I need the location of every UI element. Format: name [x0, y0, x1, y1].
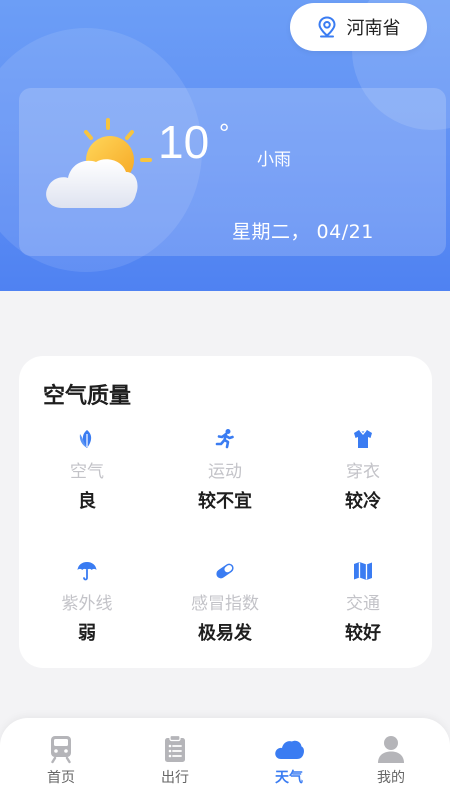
aq-label: 运动 — [208, 462, 242, 482]
clipboard-list-icon — [165, 734, 185, 762]
train-icon — [51, 736, 71, 764]
aq-item-cold-index: 感冒指数 极易发 — [165, 560, 285, 646]
aq-label: 感冒指数 — [191, 594, 259, 614]
user-icon — [378, 736, 404, 763]
aq-item-air: 空气 良 — [27, 428, 147, 514]
nav-item-home[interactable]: 首页 — [21, 734, 101, 787]
aq-item-traffic: 交通 较好 — [303, 560, 423, 646]
nav-item-profile[interactable]: 我的 — [351, 734, 431, 787]
nav-label: 首页 — [47, 770, 75, 786]
nav-item-weather[interactable]: 天气 — [249, 734, 329, 787]
temperature-value: 10 — [158, 116, 210, 168]
leaf-icon — [79, 430, 92, 448]
air-quality-title: 空气质量 — [43, 384, 132, 409]
aq-label: 紫外线 — [61, 594, 113, 614]
nav-label: 出行 — [161, 770, 189, 786]
nav-label: 我的 — [377, 770, 405, 786]
aq-value: 良 — [78, 491, 96, 512]
weather-date: 星期二， 04/21 — [232, 221, 374, 243]
aq-value: 较冷 — [345, 491, 381, 512]
umbrella-icon — [77, 562, 97, 581]
running-icon — [215, 429, 234, 449]
bottom-navigation: 首页 出行 天气 我的 — [0, 718, 450, 800]
nav-label: 天气 — [275, 770, 303, 786]
nav-item-travel[interactable]: 出行 — [135, 734, 215, 787]
shirt-icon — [354, 430, 372, 448]
aq-value: 弱 — [78, 623, 96, 644]
location-name: 河南省 — [346, 18, 401, 39]
aq-label: 空气 — [70, 462, 104, 482]
aq-item-uv: 紫外线 弱 — [27, 560, 147, 646]
air-quality-card: 空气质量 空气 良 运动 较不宜 穿衣 较冷 紫外线 弱 感冒指数 极易发 交通… — [19, 356, 432, 668]
sun-behind-cloud-icon — [46, 118, 152, 208]
location-selector-button[interactable]: 河南省 — [290, 3, 427, 51]
map-icon — [354, 562, 372, 580]
aq-label: 交通 — [346, 594, 380, 614]
degree-symbol: ° — [219, 118, 230, 148]
aq-value: 较好 — [345, 623, 381, 644]
aq-value: 较不宜 — [198, 491, 252, 512]
aq-label: 穿衣 — [346, 462, 380, 482]
location-pin-icon — [317, 16, 336, 38]
cloud-icon — [275, 740, 304, 759]
pill-icon — [216, 563, 234, 579]
aq-value: 极易发 — [198, 623, 252, 644]
aq-item-exercise: 运动 较不宜 — [165, 428, 285, 514]
weather-condition: 小雨 — [257, 150, 291, 170]
aq-item-clothing: 穿衣 较冷 — [303, 428, 423, 514]
